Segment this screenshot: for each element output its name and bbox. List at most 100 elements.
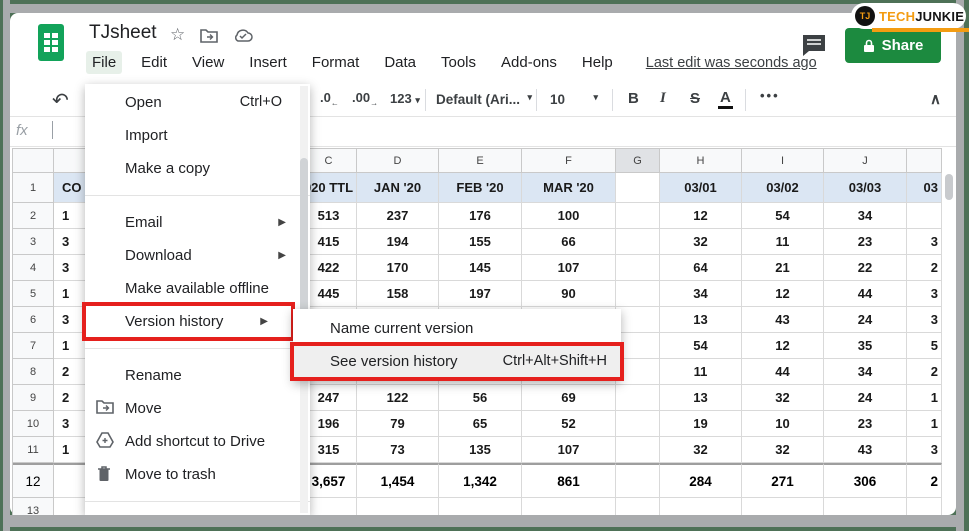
file-menu-item-email[interactable]: Email▶ [85, 206, 310, 239]
grid-cell[interactable]: 66 [522, 229, 616, 255]
grid-cell[interactable]: 158 [357, 281, 439, 307]
file-menu-item-import[interactable]: Import [85, 119, 310, 152]
grid-cell[interactable]: 32 [660, 229, 742, 255]
menu-tools[interactable]: Tools [435, 51, 482, 74]
column-header-e[interactable]: E [439, 149, 522, 173]
row-header-5[interactable]: 5 [13, 281, 54, 307]
decrease-decimal-icon[interactable]: .0← [320, 90, 339, 108]
grid-cell[interactable]: 100 [522, 203, 616, 229]
star-icon[interactable]: ☆ [170, 25, 185, 45]
grid-cell[interactable]: 861 [522, 463, 616, 498]
grid-cell[interactable] [616, 385, 660, 411]
grid-cell[interactable] [616, 307, 660, 333]
grid-cell[interactable]: 10 [742, 411, 824, 437]
number-format-button[interactable]: 123 ▾ [390, 91, 420, 106]
file-menu-item-download[interactable]: Download▶ [85, 239, 310, 272]
undo-icon[interactable]: ↶ [52, 88, 69, 113]
grid-cell[interactable] [616, 463, 660, 498]
grid-cell[interactable] [616, 437, 660, 463]
grid-cell[interactable]: 271 [742, 463, 824, 498]
grid-cell[interactable]: 306 [824, 463, 907, 498]
menu-file[interactable]: File [86, 51, 122, 74]
file-menu-item-publish-to-the-web[interactable]: Publish to the web [85, 512, 310, 531]
select-all-corner[interactable] [13, 149, 54, 173]
grid-cell[interactable]: JAN '20 [357, 173, 439, 203]
grid-cell[interactable]: 03 [907, 173, 942, 203]
collapse-toolbar-icon[interactable]: ∧ [930, 90, 941, 108]
grid-cell[interactable]: 3 [907, 281, 942, 307]
grid-cell[interactable] [439, 498, 522, 516]
share-button[interactable]: Share [845, 28, 941, 63]
grid-cell[interactable]: 107 [522, 437, 616, 463]
grid-cell[interactable] [616, 229, 660, 255]
formula-input-cursor[interactable] [52, 121, 53, 139]
grid-cell[interactable]: 35 [824, 333, 907, 359]
grid-cell[interactable]: 54 [742, 203, 824, 229]
last-edit-link[interactable]: Last edit was seconds ago [646, 55, 817, 71]
grid-cell[interactable]: 1,454 [357, 463, 439, 498]
grid-cell[interactable]: 170 [357, 255, 439, 281]
grid-cell[interactable]: 03/01 [660, 173, 742, 203]
grid-cell[interactable]: 284 [660, 463, 742, 498]
grid-cell[interactable]: 2 [907, 359, 942, 385]
grid-cell[interactable]: 237 [357, 203, 439, 229]
grid-cell[interactable]: 22 [824, 255, 907, 281]
sheet-vertical-scrollbar[interactable] [945, 174, 953, 200]
more-toolbar-icon[interactable]: ••• [760, 88, 780, 103]
row-header-2[interactable]: 2 [13, 203, 54, 229]
grid-cell[interactable]: 24 [824, 385, 907, 411]
cloud-status-icon[interactable] [233, 28, 253, 42]
google-sheets-logo-icon[interactable] [38, 24, 64, 61]
grid-cell[interactable]: 2 [907, 463, 942, 498]
grid-cell[interactable]: 19 [660, 411, 742, 437]
grid-cell[interactable]: 1 [907, 411, 942, 437]
text-color-button[interactable]: A [718, 89, 733, 109]
row-header-3[interactable]: 3 [13, 229, 54, 255]
file-menu-item-move[interactable]: Move [85, 392, 310, 425]
font-size-select[interactable]: 10▾ [550, 92, 598, 107]
comment-icon[interactable] [801, 33, 827, 57]
grid-cell[interactable]: 2 [907, 255, 942, 281]
file-menu-item-add-shortcut-to-drive[interactable]: Add shortcut to Drive [85, 425, 310, 458]
menu-help[interactable]: Help [576, 51, 619, 74]
grid-cell[interactable] [616, 498, 660, 516]
grid-cell[interactable]: 194 [357, 229, 439, 255]
submenu-item-name-current-version[interactable]: Name current version [293, 312, 621, 345]
grid-cell[interactable] [742, 498, 824, 516]
grid-cell[interactable]: 21 [742, 255, 824, 281]
grid-cell[interactable]: 12 [742, 333, 824, 359]
row-header-6[interactable]: 6 [13, 307, 54, 333]
column-header-h[interactable]: H [660, 149, 742, 173]
grid-cell[interactable]: 3 [907, 437, 942, 463]
grid-cell[interactable]: 64 [660, 255, 742, 281]
menu-addons[interactable]: Add-ons [495, 51, 563, 74]
row-header-7[interactable]: 7 [13, 333, 54, 359]
menu-format[interactable]: Format [306, 51, 366, 74]
grid-cell[interactable]: 03/03 [824, 173, 907, 203]
grid-cell[interactable] [616, 173, 660, 203]
grid-cell[interactable] [357, 498, 439, 516]
column-header-d[interactable]: D [357, 149, 439, 173]
grid-cell[interactable]: 32 [742, 385, 824, 411]
row-header-4[interactable]: 4 [13, 255, 54, 281]
grid-cell[interactable]: 23 [824, 411, 907, 437]
column-header-i[interactable]: I [742, 149, 824, 173]
grid-cell[interactable]: 44 [742, 359, 824, 385]
grid-cell[interactable]: 73 [357, 437, 439, 463]
grid-cell[interactable]: 176 [439, 203, 522, 229]
grid-cell[interactable]: 107 [522, 255, 616, 281]
increase-decimal-icon[interactable]: .00→ [352, 90, 378, 108]
row-header-9[interactable]: 9 [13, 385, 54, 411]
grid-cell[interactable] [616, 203, 660, 229]
grid-cell[interactable] [522, 498, 616, 516]
row-header-10[interactable]: 10 [13, 411, 54, 437]
grid-cell[interactable]: 34 [824, 203, 907, 229]
grid-cell[interactable]: 52 [522, 411, 616, 437]
grid-cell[interactable]: 23 [824, 229, 907, 255]
grid-cell[interactable]: 3 [907, 229, 942, 255]
grid-cell[interactable]: 135 [439, 437, 522, 463]
submenu-item-see-version-history[interactable]: See version historyCtrl+Alt+Shift+H [293, 345, 621, 378]
column-header-j[interactable]: J [824, 149, 907, 173]
grid-cell[interactable] [616, 255, 660, 281]
menu-edit[interactable]: Edit [135, 51, 173, 74]
